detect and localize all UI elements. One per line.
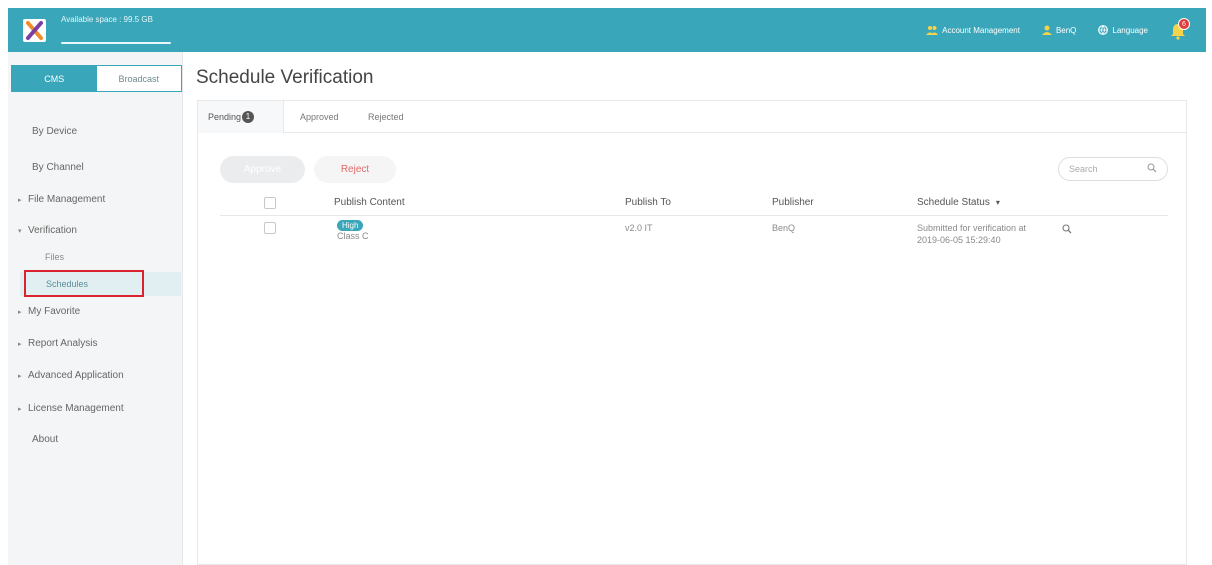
- user-icon: [1041, 25, 1052, 35]
- caret-right-icon: ▸: [18, 405, 22, 413]
- caret-right-icon: ▸: [18, 372, 22, 380]
- tab-rejected-label: Rejected: [368, 112, 404, 122]
- checkbox-box: [264, 196, 276, 209]
- top-bar: Available space : 99.5 GB Account Manage…: [8, 8, 1206, 52]
- caret-down-icon: ▾: [995, 198, 1000, 207]
- select-all-checkbox[interactable]: [264, 189, 276, 216]
- search-icon[interactable]: [1147, 163, 1157, 173]
- sidebar-item-license-management[interactable]: ▸ License Management: [8, 403, 182, 414]
- tab-rejected[interactable]: Rejected: [368, 101, 404, 133]
- sidebar-item-report-analysis[interactable]: ▸ Report Analysis: [8, 338, 182, 349]
- sidebar-item-label: Report Analysis: [28, 338, 98, 349]
- approve-button[interactable]: Approve: [220, 156, 305, 183]
- sidebar-item-label: Advanced Application: [28, 370, 124, 381]
- verification-panel: Pending 1 Approved Rejected Approve Reje…: [197, 100, 1187, 565]
- user-name: BenQ: [1055, 25, 1077, 35]
- content-name: Class C: [337, 231, 369, 241]
- header-publish-content: Publish Content: [334, 197, 405, 208]
- language-label: Language: [1112, 25, 1148, 35]
- sidebar-item-label: By Device: [32, 126, 78, 137]
- sidebar-item-label: License Management: [28, 403, 124, 414]
- sidebar-item-about[interactable]: About: [32, 434, 172, 445]
- header-publish-to: Publish To: [625, 197, 671, 208]
- search-input[interactable]: Search: [1058, 157, 1168, 181]
- caret-down-icon: ▾: [18, 227, 22, 235]
- caret-right-icon: ▸: [18, 340, 22, 348]
- sidebar-item-label: File Management: [28, 194, 106, 205]
- schedule-status-label: Schedule Status: [917, 197, 990, 208]
- page-title: Schedule Verification: [196, 67, 374, 88]
- publish-to-cell: v2.0 IT: [625, 223, 653, 233]
- caret-right-icon: ▸: [18, 196, 22, 204]
- sidebar-item-file-management[interactable]: ▸ File Management: [8, 194, 182, 205]
- user-menu[interactable]: BenQ: [1041, 25, 1077, 35]
- priority-badge: High: [337, 220, 364, 231]
- tab-pending-label: Pending: [208, 112, 242, 122]
- row-checkbox[interactable]: [264, 222, 276, 234]
- mode-switch: CMS Broadcast: [11, 65, 182, 92]
- account-management-label: Account Management: [942, 25, 1020, 35]
- publish-content-cell: High Class C: [337, 220, 369, 241]
- status-text: Submitted for verification at: [917, 223, 1027, 233]
- storage-progress-bar: [61, 42, 171, 44]
- sidebar-item-advanced-application[interactable]: ▸ Advanced Application: [8, 370, 182, 381]
- table-header: Publish Content Publish To Publisher Sch…: [220, 189, 1168, 216]
- sidebar-item-label: About: [32, 434, 59, 445]
- status-timestamp: 2019-06-05 15:29:40: [917, 235, 1001, 245]
- header-schedule-status[interactable]: Schedule Status ▾: [917, 189, 1000, 216]
- available-space-label: Available space : 99.5 GB: [61, 15, 153, 24]
- header-publisher: Publisher: [772, 197, 814, 208]
- mode-cms-button[interactable]: CMS: [12, 66, 97, 91]
- sidebar-item-label: Verification: [28, 225, 77, 236]
- checkbox-box: [264, 222, 276, 234]
- search-icon[interactable]: [1062, 224, 1072, 234]
- pending-count-badge: 1: [242, 111, 255, 123]
- account-management-link[interactable]: Account Management: [926, 25, 1020, 35]
- sidebar-item-my-favorite[interactable]: ▸ My Favorite: [8, 306, 182, 317]
- sidebar-item-label: My Favorite: [28, 306, 81, 317]
- notification-badge: 6: [1178, 18, 1190, 30]
- caret-right-icon: ▸: [18, 308, 22, 316]
- notifications-button[interactable]: 6: [1170, 18, 1190, 40]
- highlight-annotation-box: [24, 270, 144, 297]
- tab-bar: Pending 1 Approved Rejected: [198, 101, 1186, 133]
- search-placeholder: Search: [1069, 164, 1098, 174]
- tab-pending[interactable]: Pending 1: [198, 101, 284, 133]
- account-group-icon: [926, 26, 939, 35]
- sidebar-item-verification[interactable]: ▾ Verification: [8, 225, 182, 236]
- globe-icon: [1098, 25, 1109, 35]
- reject-button[interactable]: Reject: [314, 156, 396, 183]
- publisher-cell: BenQ: [772, 223, 796, 233]
- sidebar-subitem-files[interactable]: Files: [45, 252, 64, 262]
- tab-approved[interactable]: Approved: [300, 101, 339, 133]
- schedule-status-cell: Submitted for verification at 2019-06-05…: [917, 222, 1026, 246]
- sidebar-item-by-channel[interactable]: By Channel: [32, 162, 172, 173]
- table-row[interactable]: High Class C v2.0 IT BenQ Submitted for …: [220, 217, 1168, 257]
- language-menu[interactable]: Language: [1098, 25, 1148, 35]
- mode-broadcast-button[interactable]: Broadcast: [97, 66, 182, 91]
- sidebar-item-by-device[interactable]: By Device: [32, 126, 172, 137]
- tab-approved-label: Approved: [300, 112, 339, 122]
- sidebar-item-label: By Channel: [32, 162, 84, 173]
- app-logo-icon[interactable]: [23, 19, 46, 42]
